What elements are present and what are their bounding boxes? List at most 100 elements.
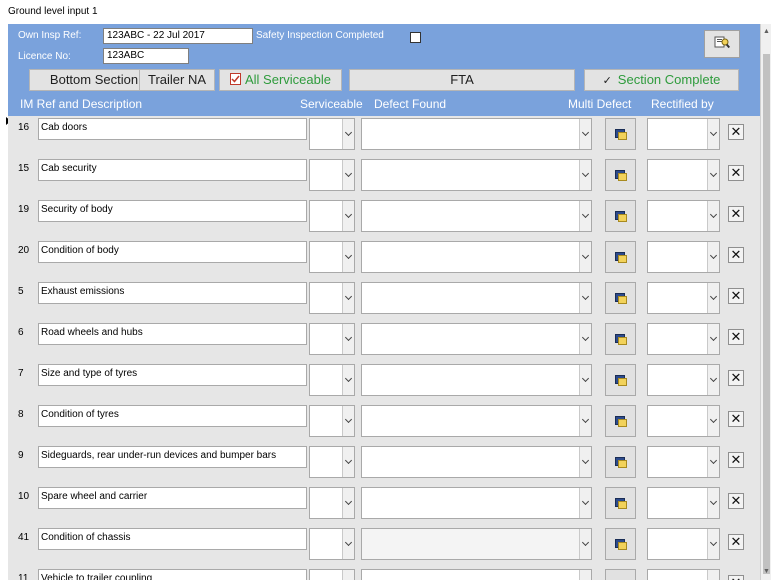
chevron-down-icon[interactable] bbox=[579, 570, 591, 580]
chevron-down-icon[interactable] bbox=[707, 324, 719, 354]
defect-found-select[interactable] bbox=[361, 118, 592, 150]
chevron-down-icon[interactable] bbox=[707, 283, 719, 313]
close-icon[interactable]: ✕ bbox=[728, 165, 744, 181]
chevron-down-icon[interactable] bbox=[579, 119, 591, 149]
item-description[interactable]: Security of body bbox=[38, 200, 307, 222]
close-icon[interactable]: ✕ bbox=[728, 411, 744, 427]
serviceable-select[interactable] bbox=[309, 528, 355, 560]
defect-found-select[interactable] bbox=[361, 200, 592, 232]
chevron-down-icon[interactable] bbox=[707, 365, 719, 395]
chevron-down-icon[interactable] bbox=[579, 283, 591, 313]
chevron-down-icon[interactable] bbox=[707, 119, 719, 149]
chevron-down-icon[interactable] bbox=[342, 160, 354, 190]
serviceable-select[interactable] bbox=[309, 364, 355, 396]
rectified-by-select[interactable] bbox=[647, 241, 720, 273]
multi-defect-button[interactable] bbox=[605, 487, 636, 519]
serviceable-select[interactable] bbox=[309, 118, 355, 150]
chevron-down-icon[interactable] bbox=[342, 324, 354, 354]
chevron-down-icon[interactable] bbox=[342, 201, 354, 231]
defect-found-select[interactable] bbox=[361, 487, 592, 519]
defect-found-select[interactable] bbox=[361, 405, 592, 437]
document-search-button[interactable] bbox=[704, 30, 740, 58]
multi-defect-button[interactable] bbox=[605, 241, 636, 273]
scroll-down-icon[interactable]: ▼ bbox=[763, 568, 770, 576]
chevron-down-icon[interactable] bbox=[707, 447, 719, 477]
close-icon[interactable]: ✕ bbox=[728, 575, 744, 580]
rectified-by-select[interactable] bbox=[647, 200, 720, 232]
chevron-down-icon[interactable] bbox=[579, 365, 591, 395]
item-description[interactable]: Cab doors bbox=[38, 118, 307, 140]
chevron-down-icon[interactable] bbox=[707, 570, 719, 580]
chevron-down-icon[interactable] bbox=[342, 283, 354, 313]
multi-defect-button[interactable] bbox=[605, 159, 636, 191]
item-description[interactable]: Condition of body bbox=[38, 241, 307, 263]
serviceable-select[interactable] bbox=[309, 159, 355, 191]
serviceable-select[interactable] bbox=[309, 241, 355, 273]
item-description[interactable]: Condition of tyres bbox=[38, 405, 307, 427]
close-icon[interactable]: ✕ bbox=[728, 247, 744, 263]
close-icon[interactable]: ✕ bbox=[728, 493, 744, 509]
chevron-down-icon[interactable] bbox=[579, 160, 591, 190]
defect-found-select[interactable] bbox=[361, 241, 592, 273]
close-icon[interactable]: ✕ bbox=[728, 534, 744, 550]
section-complete-button[interactable]: ✓ Section Complete bbox=[584, 69, 739, 91]
trailer-na-button[interactable]: Trailer NA bbox=[139, 69, 215, 91]
item-description[interactable]: Sideguards, rear under-run devices and b… bbox=[38, 446, 307, 468]
fta-button[interactable]: FTA bbox=[349, 69, 575, 91]
chevron-down-icon[interactable] bbox=[342, 529, 354, 559]
chevron-down-icon[interactable] bbox=[342, 447, 354, 477]
rectified-by-select[interactable] bbox=[647, 159, 720, 191]
multi-defect-button[interactable] bbox=[605, 446, 636, 478]
serviceable-select[interactable] bbox=[309, 446, 355, 478]
item-description[interactable]: Condition of chassis bbox=[38, 528, 307, 550]
defect-found-select[interactable] bbox=[361, 446, 592, 478]
vertical-scrollbar[interactable]: ▲ ▼ bbox=[760, 24, 771, 580]
chevron-down-icon[interactable] bbox=[707, 488, 719, 518]
chevron-down-icon[interactable] bbox=[342, 365, 354, 395]
multi-defect-button[interactable] bbox=[605, 405, 636, 437]
close-icon[interactable]: ✕ bbox=[728, 206, 744, 222]
serviceable-select[interactable] bbox=[309, 569, 355, 580]
chevron-down-icon[interactable] bbox=[342, 242, 354, 272]
chevron-down-icon[interactable] bbox=[707, 160, 719, 190]
chevron-down-icon[interactable] bbox=[579, 447, 591, 477]
safety-inspection-checkbox[interactable] bbox=[410, 32, 421, 43]
item-description[interactable]: Vehicle to trailer coupling bbox=[38, 569, 307, 580]
serviceable-select[interactable] bbox=[309, 487, 355, 519]
chevron-down-icon[interactable] bbox=[579, 242, 591, 272]
defect-found-select[interactable] bbox=[361, 528, 592, 560]
item-description[interactable]: Road wheels and hubs bbox=[38, 323, 307, 345]
multi-defect-button[interactable] bbox=[605, 118, 636, 150]
chevron-down-icon[interactable] bbox=[707, 242, 719, 272]
multi-defect-button[interactable] bbox=[605, 364, 636, 396]
scroll-up-icon[interactable]: ▲ bbox=[763, 28, 770, 36]
close-icon[interactable]: ✕ bbox=[728, 329, 744, 345]
rectified-by-select[interactable] bbox=[647, 528, 720, 560]
item-description[interactable]: Size and type of tyres bbox=[38, 364, 307, 386]
chevron-down-icon[interactable] bbox=[579, 201, 591, 231]
chevron-down-icon[interactable] bbox=[342, 570, 354, 580]
defect-found-select[interactable] bbox=[361, 569, 592, 580]
serviceable-select[interactable] bbox=[309, 282, 355, 314]
rectified-by-select[interactable] bbox=[647, 487, 720, 519]
item-description[interactable]: Exhaust emissions bbox=[38, 282, 307, 304]
scroll-thumb[interactable] bbox=[763, 54, 770, 574]
defect-found-select[interactable] bbox=[361, 282, 592, 314]
rectified-by-select[interactable] bbox=[647, 446, 720, 478]
serviceable-select[interactable] bbox=[309, 405, 355, 437]
chevron-down-icon[interactable] bbox=[579, 324, 591, 354]
multi-defect-button[interactable] bbox=[605, 323, 636, 355]
rectified-by-select[interactable] bbox=[647, 405, 720, 437]
serviceable-select[interactable] bbox=[309, 323, 355, 355]
chevron-down-icon[interactable] bbox=[579, 406, 591, 436]
item-description[interactable]: Spare wheel and carrier bbox=[38, 487, 307, 509]
serviceable-select[interactable] bbox=[309, 200, 355, 232]
defect-found-select[interactable] bbox=[361, 364, 592, 396]
item-description[interactable]: Cab security bbox=[38, 159, 307, 181]
rectified-by-select[interactable] bbox=[647, 323, 720, 355]
chevron-down-icon[interactable] bbox=[342, 406, 354, 436]
chevron-down-icon[interactable] bbox=[707, 201, 719, 231]
chevron-down-icon[interactable] bbox=[707, 529, 719, 559]
multi-defect-button[interactable] bbox=[605, 528, 636, 560]
all-serviceable-button[interactable]: All Serviceable bbox=[219, 69, 342, 91]
